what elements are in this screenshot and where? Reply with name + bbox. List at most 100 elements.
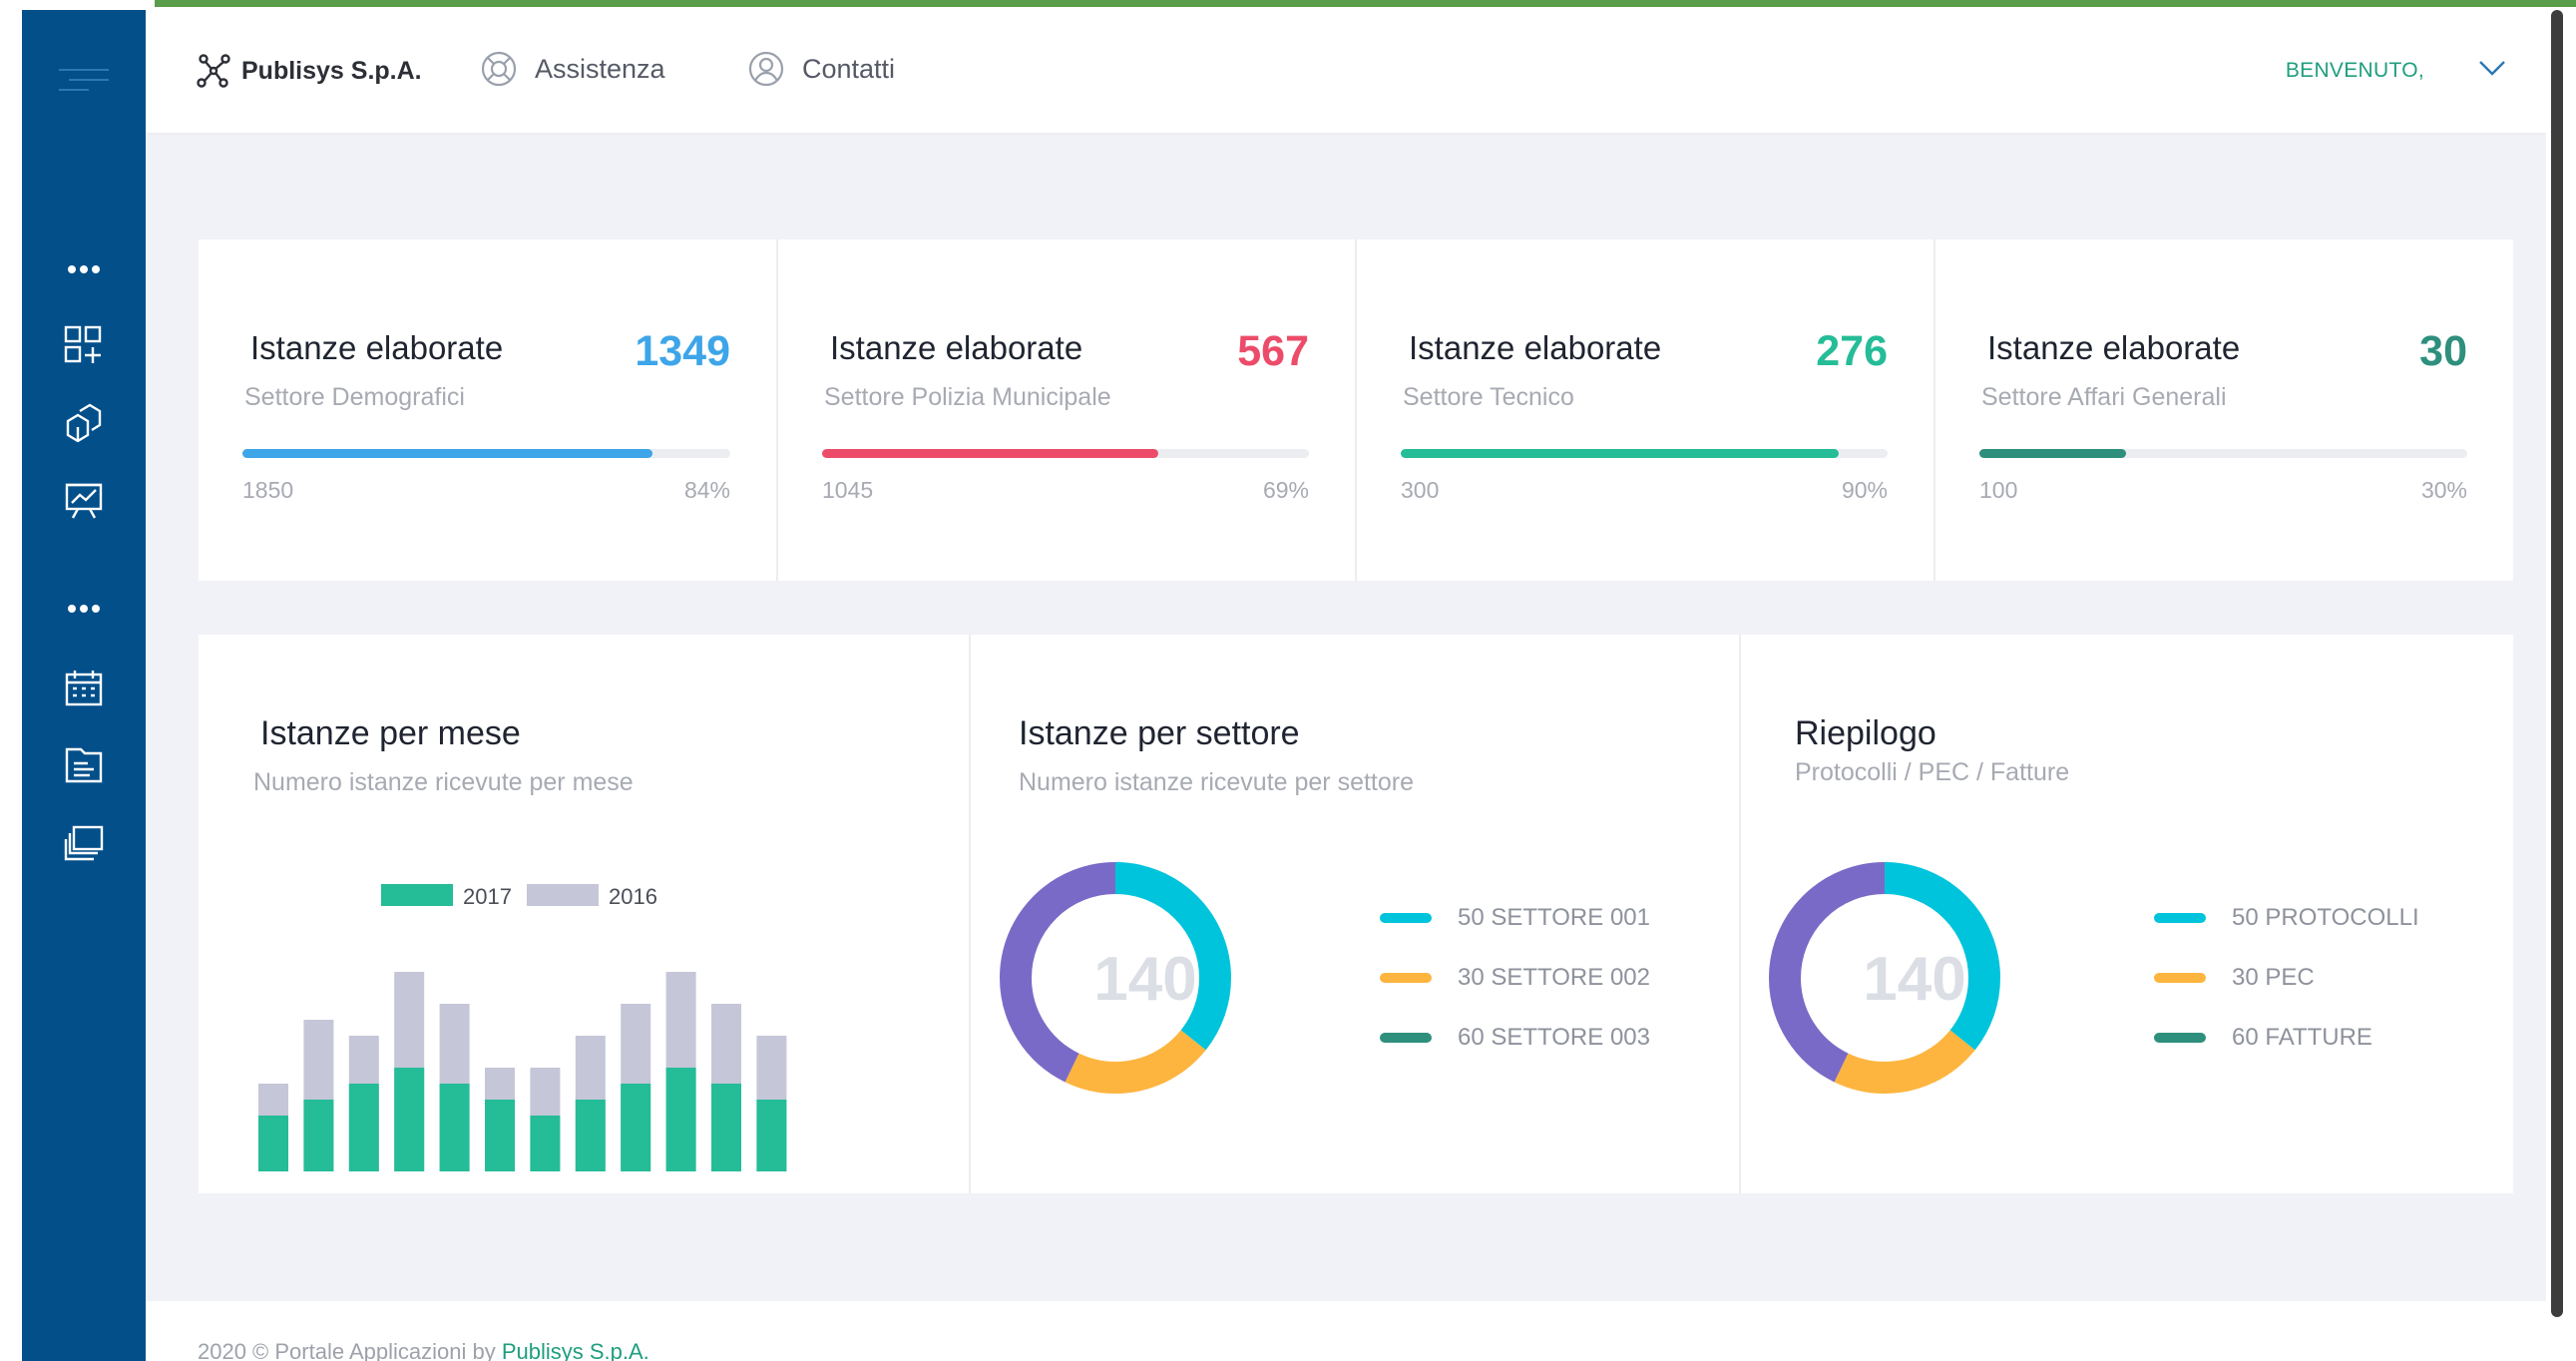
brand-name: Publisys S.p.A. <box>241 56 422 85</box>
sidebar-item-applications[interactable] <box>22 315 146 375</box>
legend-swatch <box>2154 1033 2206 1043</box>
sidebar-item-documents[interactable] <box>22 735 146 795</box>
more-dots-icon <box>68 605 100 613</box>
network-icon <box>197 54 230 88</box>
legend-label: 60 FATTURE <box>2232 1024 2372 1051</box>
bar-2017-12 <box>756 1100 787 1171</box>
legend-swatch <box>2154 913 2206 923</box>
progress-track <box>1979 449 2467 458</box>
legend-item: 30 SETTORE 002 <box>1380 964 1650 992</box>
nav-assistenza-label: Assistenza <box>535 53 665 84</box>
panel-istanze-per-settore: Istanze per settore Numero istanze ricev… <box>971 635 1739 1193</box>
bar-2017-10 <box>665 1068 696 1171</box>
progress-fill <box>1401 449 1840 458</box>
sidebar-section-more-1 <box>22 239 146 299</box>
more-dots-icon <box>68 265 100 273</box>
panel-title: Istanze per mese <box>260 714 521 752</box>
top-accent-strip <box>155 0 2576 7</box>
nav-assistenza[interactable]: Assistenza <box>481 51 665 87</box>
bar-2017-3 <box>348 1084 379 1171</box>
stat-value: 276 <box>1816 327 1888 375</box>
bar-2017-6 <box>485 1100 515 1171</box>
stat-percent: 90% <box>1841 477 1888 503</box>
menu-lines-icon <box>59 69 109 91</box>
stat-total: 300 <box>1401 477 1440 503</box>
legend-item: 60 FATTURE <box>2154 1024 2372 1052</box>
legend-label: 30 SETTORE 002 <box>1458 964 1650 991</box>
legend-label: 60 SETTORE 003 <box>1458 1024 1650 1051</box>
sector-donut-chart: 140 <box>1000 862 1231 1094</box>
stat-card: Istanze elaborate 276 Settore Tecnico 300 90… <box>1357 239 1933 581</box>
bar-2017-4 <box>394 1068 425 1171</box>
bar-2017-9 <box>621 1084 651 1171</box>
panel-istanze-per-mese: Istanze per mese Numero istanze ricevute… <box>199 635 969 1193</box>
stat-percent: 84% <box>683 477 730 503</box>
donut-center-label: 140 <box>1863 945 1965 1014</box>
stat-title: Istanze elaborate <box>1409 329 1662 366</box>
brand-link[interactable]: Publisys S.p.A. <box>196 53 422 89</box>
user-menu-toggle[interactable] <box>2478 59 2506 82</box>
legend-label: 50 SETTORE 001 <box>1458 904 1650 931</box>
legend-swatch <box>1380 1033 1432 1043</box>
panel-title: Istanze per settore <box>1019 714 1300 752</box>
welcome-text: BENVENUTO, <box>2285 59 2424 82</box>
sidebar-item-calendar[interactable] <box>22 659 146 718</box>
panel-subtitle: Numero istanze ricevute per settore <box>1019 768 1415 796</box>
stat-subtitle: Settore Affari Generali <box>1981 383 2227 411</box>
sidebar-item-statistics[interactable] <box>22 471 146 531</box>
panel-subtitle: Numero istanze ricevute per mese <box>253 768 634 796</box>
progress-fill <box>822 449 1158 458</box>
footer-link[interactable]: Publisys S.p.A. <box>502 1339 649 1361</box>
legend-swatch-2016 <box>527 884 599 906</box>
stat-subtitle: Settore Tecnico <box>1403 383 1574 411</box>
legend-swatch-2017 <box>381 884 453 906</box>
legend-item: 50 SETTORE 001 <box>1380 904 1650 932</box>
legend-item: 50 PROTOCOLLI <box>2154 904 2419 932</box>
progress-track <box>242 449 730 458</box>
scrollbar-thumb[interactable] <box>2551 10 2563 1317</box>
stat-value: 30 <box>2419 327 2467 375</box>
boxes-icon <box>66 403 102 443</box>
calendar-icon <box>65 671 103 706</box>
stat-percent: 69% <box>1262 477 1309 503</box>
stat-subtitle: Settore Polizia Municipale <box>824 383 1111 411</box>
bar-2017-1 <box>258 1116 288 1171</box>
nav-contatti-label: Contatti <box>802 53 896 84</box>
panel-title: Riepilogo <box>1795 714 1936 752</box>
sidebar-item-modules[interactable] <box>22 393 146 453</box>
stat-card: Istanze elaborate 1349 Settore Demografici… <box>199 239 776 581</box>
user-circle-icon <box>748 51 784 87</box>
footer: 2020 © Portale Applicazioni by Publisys … <box>146 1301 2546 1361</box>
panel-subtitle: Protocolli / PEC / Fatture <box>1795 758 2070 786</box>
sidebar-item-archive[interactable] <box>22 813 146 873</box>
legend-label: 50 PROTOCOLLI <box>2232 904 2419 931</box>
layers-icon <box>64 825 104 861</box>
legend-label: 2016 <box>609 884 657 909</box>
bar-2017-2 <box>303 1100 334 1171</box>
footer-copyright: 2020 © Portale Applicazioni by <box>198 1339 502 1361</box>
stat-title: Istanze elaborate <box>250 329 504 366</box>
stat-value: 1349 <box>635 327 730 375</box>
stat-total: 1045 <box>822 477 874 503</box>
monthly-bar-chart: 2017 2016 <box>258 884 787 1171</box>
grid-add-icon <box>64 325 102 363</box>
progress-track <box>822 449 1309 458</box>
legend-item: 60 SETTORE 003 <box>1380 1024 1650 1052</box>
presentation-chart-icon <box>65 483 103 519</box>
legend-swatch <box>2154 973 2206 983</box>
legend-item: 30 PEC <box>2154 964 2315 992</box>
document-icon <box>65 747 103 783</box>
nav-contatti[interactable]: Contatti <box>748 51 895 87</box>
bar-2017-11 <box>711 1084 741 1171</box>
progress-fill <box>242 449 652 458</box>
lifebuoy-icon <box>481 51 517 87</box>
chevron-down-icon <box>2479 61 2505 76</box>
menu-toggle-button[interactable] <box>22 50 146 110</box>
bar-2017-7 <box>530 1116 561 1171</box>
stat-card: Istanze elaborate 567 Settore Polizia Muni… <box>778 239 1355 581</box>
stat-card: Istanze elaborate 30 Settore Affari Genera… <box>1935 239 2513 581</box>
donut-center-label: 140 <box>1093 945 1196 1014</box>
stat-title: Istanze elaborate <box>830 329 1083 366</box>
bar-2017-5 <box>439 1084 470 1171</box>
stat-value: 567 <box>1237 327 1309 375</box>
